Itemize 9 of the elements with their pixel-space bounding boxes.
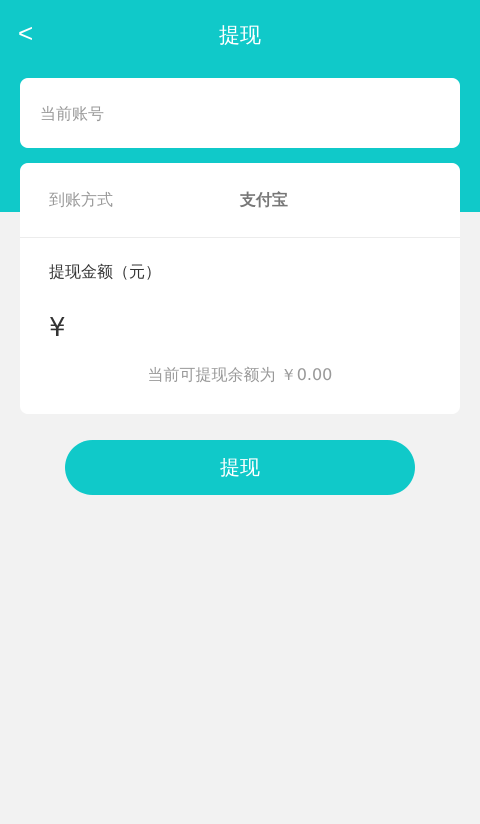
account-field[interactable]: 当前账号: [20, 78, 460, 148]
withdraw-button[interactable]: 提现: [65, 440, 415, 495]
method-label: 到账方式: [49, 190, 114, 210]
currency-symbol: ¥: [49, 313, 67, 343]
amount-label: 提现金额（元）: [49, 262, 162, 283]
method-value[interactable]: 支付宝: [240, 190, 288, 210]
back-button[interactable]: <: [18, 18, 34, 48]
page-title: 提现: [219, 22, 261, 49]
balance-text: 当前可提现余额为 ￥0.00: [148, 365, 332, 386]
